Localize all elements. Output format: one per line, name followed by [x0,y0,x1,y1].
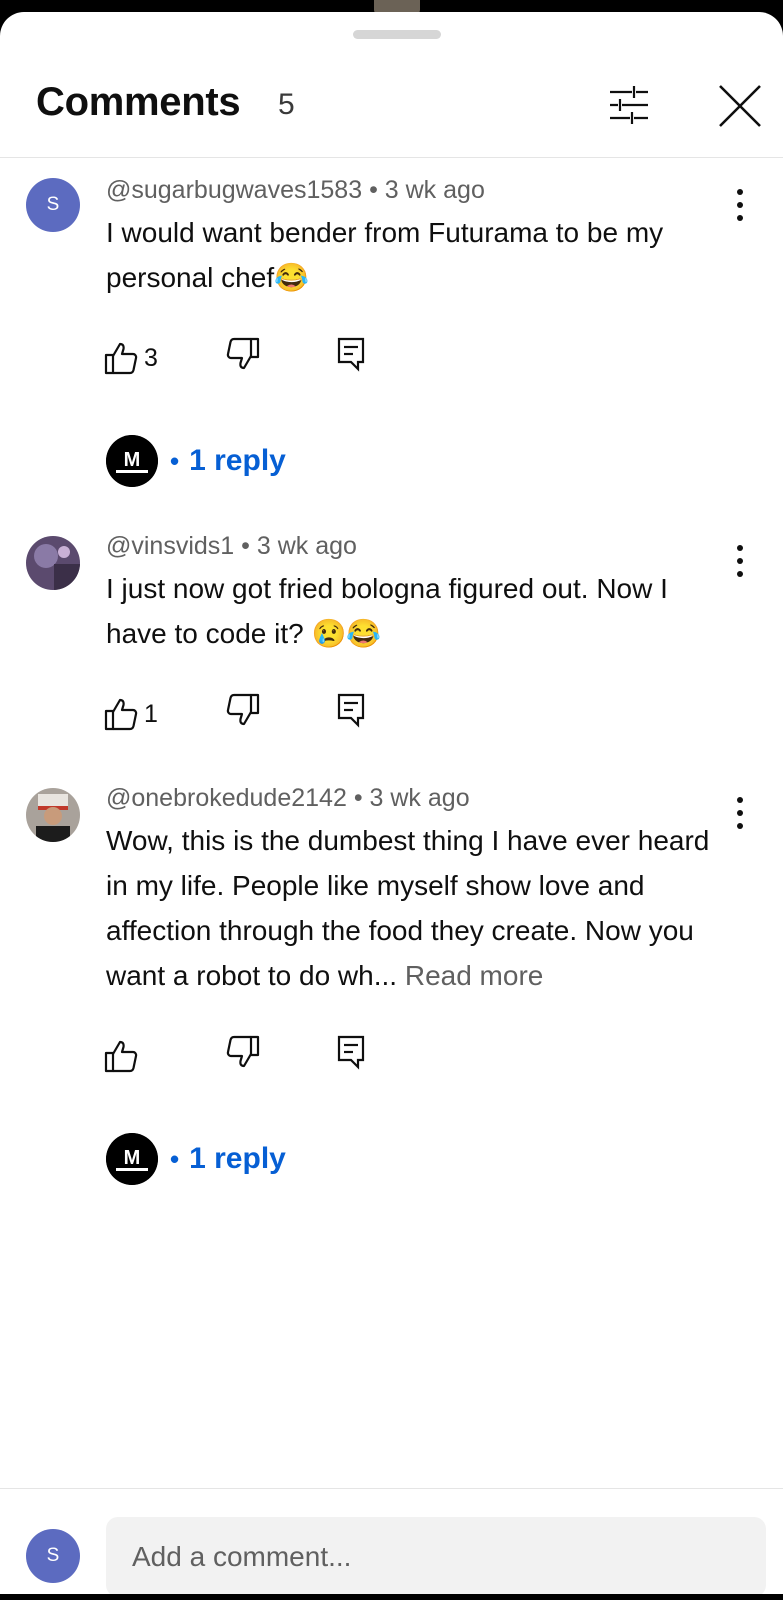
thumbs-up-icon [104,1040,138,1073]
like-button[interactable]: 3 [104,336,158,380]
vertical-dots-icon [737,797,743,829]
user-photo-icon [26,788,80,842]
montaigne-logo-icon: M [106,435,158,487]
svg-text:M: M [124,449,141,471]
comment-reply-icon [337,1035,365,1070]
user-photo-icon [26,536,80,590]
screen-bottom-edge [0,1594,783,1600]
more-options-button[interactable] [722,538,758,584]
replies-link[interactable]: 1 reply [189,444,286,478]
comment-reply-icon [337,693,365,728]
comments-sheet: Comments 5 S @sugarbugwaves1583 • 3 wk a… [0,12,783,1594]
meta-separator: • [241,532,250,560]
avatar[interactable] [26,536,80,590]
more-options-button[interactable] [722,182,758,228]
comment-author[interactable]: @onebrokedude2142 [106,784,347,812]
dislike-button[interactable] [226,1034,260,1075]
replies-separator: • [170,445,180,476]
view-replies-button[interactable]: M • 1 reply [106,1132,286,1186]
add-comment-input[interactable] [106,1517,766,1594]
thumbs-down-icon [226,693,260,726]
comment-body: I would want bender from Futurama to be … [106,217,664,293]
comment-time: 3 wk ago [256,532,357,560]
comment-actions [104,1034,404,1078]
avatar[interactable]: S [26,178,80,232]
comment-actions: 1 [104,692,404,736]
comment-reply-icon [337,337,365,372]
comment-text: Wow, this is the dumbest thing I have ev… [106,818,731,998]
comment-meta: @vinsvids1 • 3 wk ago [106,532,357,561]
comment-actions: 3 [104,336,404,380]
comment-time: 3 wk ago [384,176,485,204]
vertical-dots-icon [737,545,743,577]
comment-time: 3 wk ago [369,784,470,812]
avatar[interactable] [26,788,80,842]
sliders-icon [610,86,648,124]
page-title: Comments [36,80,241,124]
avatar[interactable]: S [26,1529,80,1583]
replies-separator: • [170,1143,180,1174]
thumbs-up-icon [104,698,138,731]
like-count: 1 [144,699,158,728]
montaigne-logo-icon: M [106,1133,158,1185]
more-options-button[interactable] [722,790,758,836]
replies-link[interactable]: 1 reply [189,1142,286,1176]
reply-button[interactable] [336,1034,366,1075]
comment-meta: @onebrokedude2142 • 3 wk ago [106,784,470,813]
comment-body: I just now got fried bologna figured out… [106,573,668,649]
comment-text: I just now got fried bologna figured out… [106,566,731,656]
comments-header: Comments 5 [0,52,783,158]
comment-count: 5 [278,88,295,121]
vertical-dots-icon [737,189,743,221]
thumbs-down-icon [226,1035,260,1068]
comment-meta: @sugarbugwaves1583 • 3 wk ago [106,176,485,205]
close-icon [719,85,761,127]
meta-separator: • [369,176,378,204]
comment-composer: S [0,1488,783,1594]
dislike-button[interactable] [226,692,260,733]
comment-author[interactable]: @sugarbugwaves1583 [106,176,362,204]
svg-text:M: M [124,1147,141,1169]
comment-text: I would want bender from Futurama to be … [106,210,731,300]
like-button[interactable] [104,1034,144,1078]
reply-button[interactable] [336,692,366,733]
drag-handle[interactable] [353,30,441,39]
view-replies-button[interactable]: M • 1 reply [106,434,286,488]
creator-avatar: M [106,435,158,487]
like-count: 3 [144,343,158,372]
thumbs-up-icon [104,342,138,375]
close-button[interactable] [712,78,768,134]
thumbs-down-icon [226,337,260,370]
meta-separator: • [353,784,363,812]
like-button[interactable]: 1 [104,692,158,736]
read-more-link[interactable]: Read more [405,960,544,991]
reply-button[interactable] [336,336,366,377]
comment-author[interactable]: @vinsvids1 [106,532,234,560]
creator-avatar: M [106,1133,158,1185]
dislike-button[interactable] [226,336,260,377]
sort-filter-button[interactable] [604,80,654,130]
